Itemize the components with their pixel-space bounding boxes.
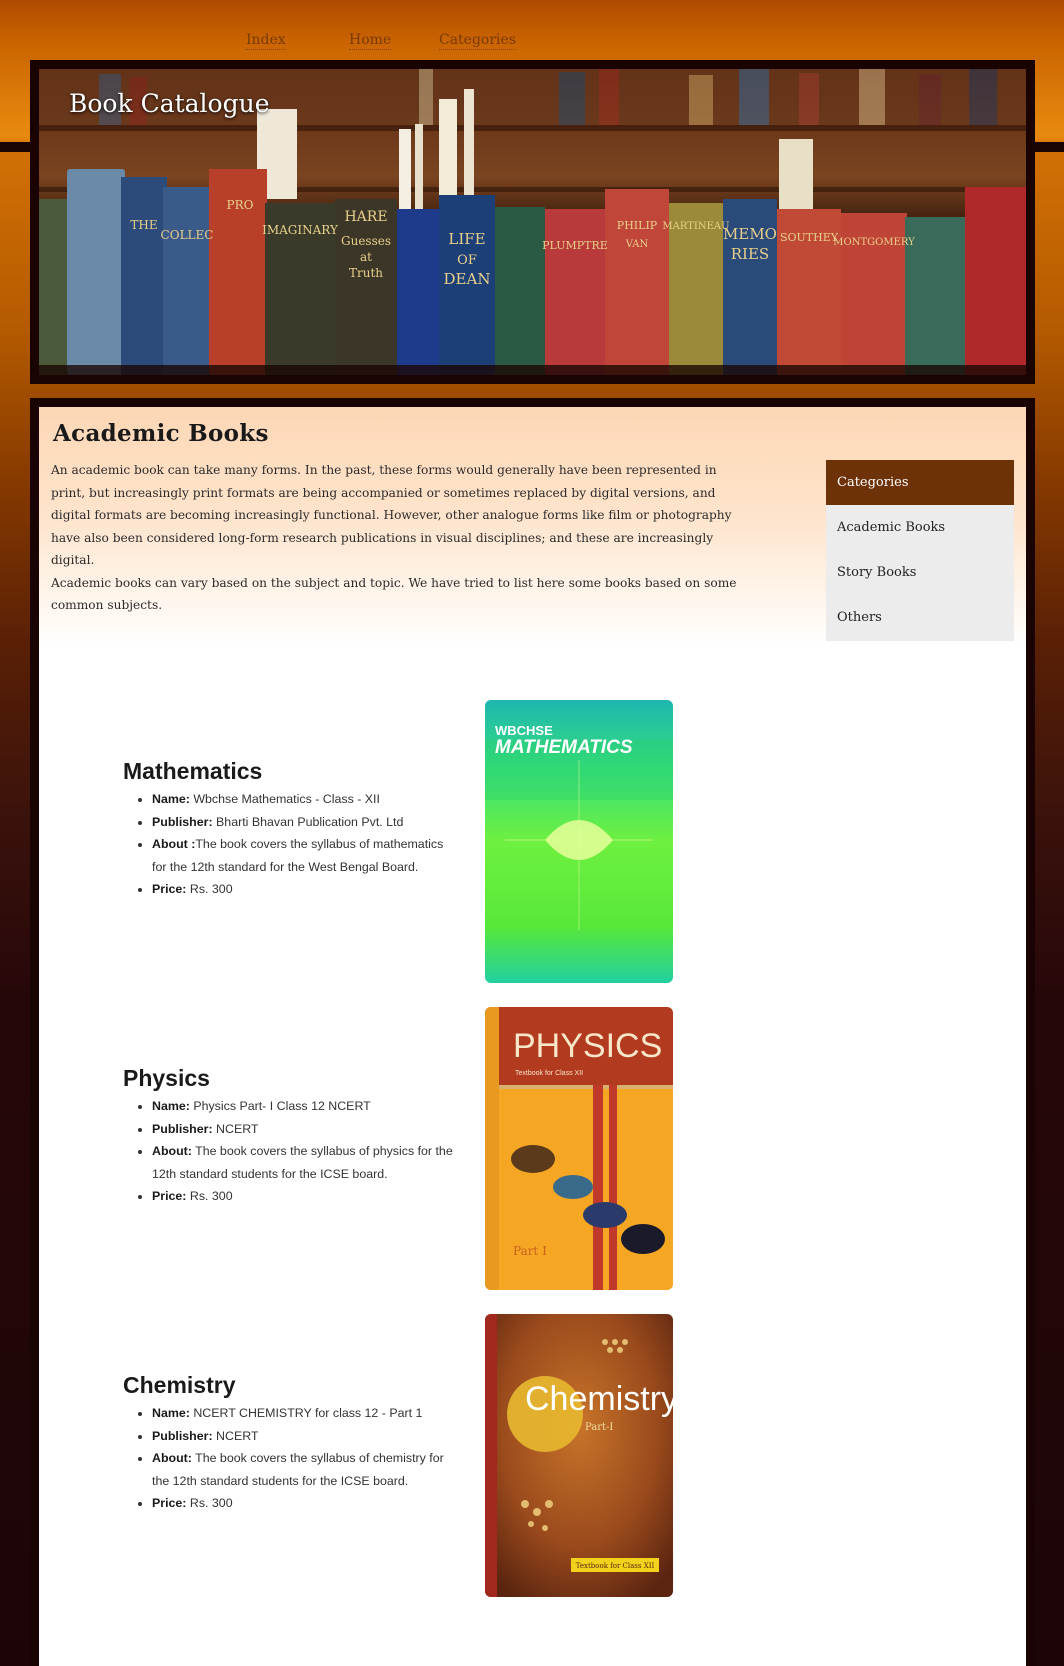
cover-subtitle: Textbook for Class XII — [515, 1070, 583, 1077]
cover-title-line1: PHYSICS — [513, 1027, 662, 1065]
svg-text:HARE: HARE — [344, 209, 387, 225]
main-content: Academic Books An academic book can take… — [39, 407, 1026, 1666]
svg-text:IMAGINARY: IMAGINARY — [262, 223, 339, 237]
book-subject: Mathematics — [123, 758, 263, 784]
book-cover-image: WBCHSE MATHEMATICS — [485, 700, 673, 983]
list-item: Name: Physics Part- I Class 12 NCERT — [152, 1095, 457, 1118]
detail-label: Price: — [152, 882, 187, 896]
book-cover-image: Chemistry Part-I Textbook for Class XII — [485, 1314, 673, 1597]
categories-sidebar: Categories Academic Books Story Books Ot… — [826, 460, 1014, 641]
nav-link-index[interactable]: Index — [246, 32, 286, 50]
header: PRO IMAGINARY HARE Guesses at Truth LIFE… — [30, 60, 1035, 384]
svg-text:OF: OF — [457, 253, 477, 268]
svg-text:MEMO: MEMO — [723, 225, 777, 243]
detail-label: Publisher: — [152, 814, 213, 829]
list-item: Publisher: NCERT — [152, 1425, 457, 1448]
book-publisher: NCERT — [216, 1121, 259, 1136]
svg-text:COLLEC: COLLEC — [161, 228, 214, 242]
svg-text:THE: THE — [130, 218, 157, 232]
list-item: Price: Rs. 300 — [152, 878, 457, 901]
book-name: Wbchse Mathematics - Class - XII — [193, 792, 380, 806]
detail-label: Price: — [152, 1189, 187, 1203]
nav-link-categories[interactable]: Categories — [439, 32, 516, 50]
book-cover-image: PHYSICS Textbook for Class XII Part I — [485, 1007, 673, 1290]
detail-label: Publisher: — [152, 1121, 213, 1136]
svg-text:PLUMPTRE: PLUMPTRE — [542, 239, 608, 252]
sidebar-item-others[interactable]: Others — [826, 595, 1014, 640]
book-details: Name: Physics Part- I Class 12 NCERT Pub… — [131, 1095, 457, 1208]
detail-label: About: — [152, 1451, 192, 1465]
svg-text:MARTINEAU: MARTINEAU — [662, 221, 729, 232]
sidebar-item-story-books[interactable]: Story Books — [826, 550, 1014, 595]
svg-text:SOUTHEY: SOUTHEY — [780, 231, 839, 244]
list-item: Name: Wbchse Mathematics - Class - XII — [152, 788, 457, 811]
cover-title-line2: MATHEMATICS — [495, 737, 633, 758]
sidebar-item-academic-books[interactable]: Academic Books — [826, 505, 1014, 550]
book-subject: Chemistry — [123, 1372, 236, 1398]
book-about: The book covers the syllabus of mathemat… — [152, 837, 444, 874]
top-nav: Index Home Categories — [0, 32, 1064, 54]
book-price: Rs. 300 — [189, 1189, 233, 1203]
sidebar-heading: Categories — [826, 460, 1014, 505]
list-item: Publisher: NCERT — [152, 1118, 457, 1141]
svg-text:MONTGOMERY: MONTGOMERY — [833, 237, 915, 248]
svg-text:VAN: VAN — [625, 239, 649, 250]
book-name: NCERT CHEMISTRY for class 12 - Part 1 — [193, 1406, 423, 1420]
cover-footer: Textbook for Class XII — [576, 1562, 655, 1570]
cover-part: Part-I — [585, 1422, 613, 1433]
list-item: Price: Rs. 300 — [152, 1492, 457, 1515]
nav-link-home[interactable]: Home — [349, 32, 392, 50]
list-item: About :The book covers the syllabus of m… — [152, 833, 457, 878]
detail-label: Name: — [152, 1099, 190, 1113]
book-about: The book covers the syllabus of physics … — [152, 1144, 453, 1181]
svg-text:Truth: Truth — [349, 266, 383, 280]
svg-text:at: at — [360, 250, 372, 264]
intro-paragraph: An academic book can take many forms. In… — [51, 463, 732, 568]
list-item: Name: NCERT CHEMISTRY for class 12 - Par… — [152, 1402, 457, 1425]
cover-part: Part I — [513, 1244, 547, 1258]
detail-label: Price: — [152, 1496, 187, 1510]
site-title: Book Catalogue — [69, 89, 270, 118]
book-name: Physics Part- I Class 12 NCERT — [193, 1099, 371, 1113]
svg-text:Guesses: Guesses — [341, 234, 391, 248]
list-item: Price: Rs. 300 — [152, 1185, 457, 1208]
svg-text:DEAN: DEAN — [444, 270, 491, 288]
svg-text:PHILIP: PHILIP — [617, 219, 658, 232]
book-about: The book covers the syllabus of chemistr… — [152, 1451, 444, 1488]
svg-text:RIES: RIES — [731, 245, 769, 263]
book-price: Rs. 300 — [189, 1496, 233, 1510]
detail-label: Name: — [152, 1406, 190, 1420]
page-title: Academic Books — [53, 420, 269, 447]
banner-image: PRO IMAGINARY HARE Guesses at Truth LIFE… — [39, 69, 1026, 375]
list-item: About: The book covers the syllabus of p… — [152, 1140, 457, 1185]
book-subject: Physics — [123, 1065, 210, 1091]
book-price: Rs. 300 — [189, 882, 233, 896]
list-item: Publisher: Bharti Bhavan Publication Pvt… — [152, 811, 457, 834]
list-item: About: The book covers the syllabus of c… — [152, 1447, 457, 1492]
book-publisher: NCERT — [216, 1428, 259, 1443]
book-details: Name: Wbchse Mathematics - Class - XII P… — [131, 788, 457, 901]
svg-text:PRO: PRO — [227, 198, 254, 212]
cover-title-line1: Chemistry — [525, 1380, 673, 1418]
detail-label: About: — [152, 1144, 192, 1158]
content-frame: Academic Books An academic book can take… — [30, 398, 1035, 1666]
book-publisher: Bharti Bhavan Publication Pvt. Ltd — [216, 814, 404, 829]
detail-label: Name: — [152, 792, 190, 806]
cover-title-line1: WBCHSE — [495, 723, 553, 738]
svg-text:LIFE: LIFE — [448, 230, 485, 248]
intro-paragraph-2: Academic books can vary based on the sub… — [51, 576, 737, 612]
book-details: Name: NCERT CHEMISTRY for class 12 - Par… — [131, 1402, 457, 1515]
detail-label: Publisher: — [152, 1428, 213, 1443]
detail-label: About : — [152, 837, 196, 851]
